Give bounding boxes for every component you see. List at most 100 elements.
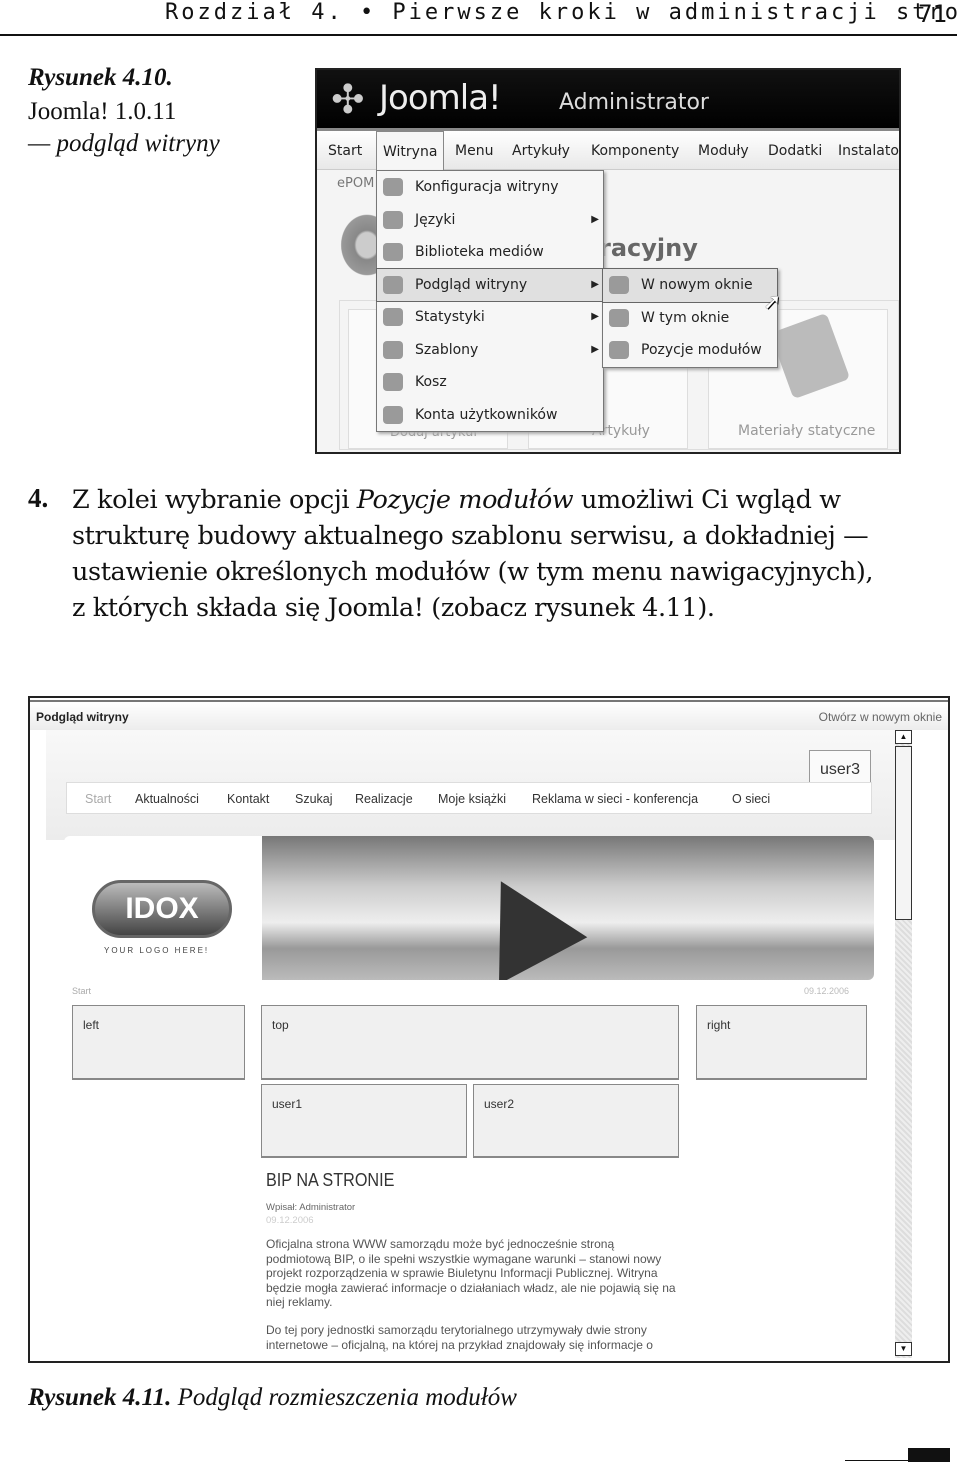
dropdown-item[interactable]: Statystyki ▶ bbox=[377, 301, 603, 334]
preview-iframe: user3 Start Aktualności Kontakt Szukaj R… bbox=[46, 730, 895, 1358]
submenu-label: W tym oknie bbox=[641, 309, 730, 326]
footer-mark bbox=[908, 1448, 950, 1462]
dropdown-item[interactable]: Języki ▶ bbox=[377, 204, 603, 237]
figure-caption: Rysunek 4.10. bbox=[28, 64, 173, 92]
admin-menubar: Start Witryna Menu Artykuły Komponenty M… bbox=[317, 128, 899, 173]
languages-icon bbox=[383, 210, 403, 229]
joomla-admin-screenshot: ✣ Joomla! Administrator Start Witryna Me… bbox=[315, 68, 901, 454]
site-banner: IDOX YOUR LOGO HERE! bbox=[64, 836, 874, 980]
dropdown-item-label: Konta użytkowników bbox=[415, 406, 558, 423]
monitor-icon bbox=[609, 308, 629, 327]
banner-image bbox=[262, 836, 874, 980]
position-user1: user1 bbox=[261, 1084, 467, 1158]
dropdown-item-label: Statystyki bbox=[415, 309, 485, 325]
site-preview-screenshot: Podgląd witryny Otwórz w nowym oknie use… bbox=[28, 696, 950, 1363]
dropdown-item[interactable]: Kosz bbox=[377, 366, 603, 399]
header-rule bbox=[0, 34, 957, 36]
logo-tagline: YOUR LOGO HERE! bbox=[104, 946, 210, 955]
site-logo: IDOX bbox=[92, 880, 232, 938]
trash-icon bbox=[383, 373, 403, 391]
breadcrumb[interactable]: Start bbox=[72, 986, 91, 996]
menu-komponenty[interactable]: Komponenty bbox=[591, 143, 679, 159]
menu-moduly[interactable]: Moduły bbox=[698, 143, 749, 159]
media-icon bbox=[383, 243, 403, 261]
nav-item[interactable]: Szukaj bbox=[295, 792, 333, 806]
scrollbar[interactable]: ▲ ▼ bbox=[895, 730, 912, 1358]
nav-item[interactable]: Kontakt bbox=[227, 792, 269, 806]
nav-item[interactable]: Reklama w sieci - konferencja bbox=[532, 792, 698, 806]
nav-item[interactable]: Moje książki bbox=[438, 792, 506, 806]
scroll-down-icon[interactable]: ▼ bbox=[895, 1342, 912, 1356]
caption-label: Rysunek 4.11. bbox=[28, 1384, 172, 1411]
monitor-icon bbox=[609, 276, 629, 294]
chevron-right-icon: ▶ bbox=[591, 278, 599, 290]
scrollbar-thumb[interactable] bbox=[895, 746, 912, 920]
wrench-icon bbox=[383, 178, 403, 196]
running-header: Rozdział 4. • Pierwsze kroki w administr… bbox=[165, 0, 960, 25]
dropdown-item[interactable]: Konta użytkowników bbox=[377, 399, 603, 432]
preview-submenu: W nowym oknie W tym oknie Pozycje modułó… bbox=[602, 268, 778, 368]
dropdown-item-label: Podgląd witryny bbox=[415, 276, 528, 293]
submenu-module-positions[interactable]: Pozycje modułów bbox=[603, 334, 777, 367]
monitor-icon bbox=[383, 275, 403, 294]
submenu-label: Pozycje modułów bbox=[641, 342, 762, 358]
chevron-right-icon: ▶ bbox=[591, 311, 599, 322]
emphasis: Pozycje modułów bbox=[356, 485, 574, 515]
dropdown-item-label: Konfiguracja witryny bbox=[415, 179, 559, 195]
quick-icon-label[interactable]: Materiały statyczne bbox=[738, 423, 875, 439]
admin-header: ✣ Joomla! Administrator bbox=[317, 70, 899, 128]
dropdown-item-label: Biblioteka mediów bbox=[415, 244, 544, 260]
road-sign-icon bbox=[456, 857, 588, 980]
submenu-new-window[interactable]: W nowym oknie bbox=[602, 268, 778, 303]
joomla-logo-icon: ✣ bbox=[331, 77, 365, 123]
dropdown-item[interactable]: Podgląd witryny ▶ bbox=[376, 267, 604, 302]
background-title: racyjny bbox=[599, 234, 698, 262]
joomla-logo: Joomla! bbox=[379, 78, 502, 118]
dropdown-item[interactable]: Biblioteka mediów bbox=[377, 236, 603, 269]
position-top: top bbox=[261, 1005, 679, 1080]
dropdown-item[interactable]: Szablony ▶ bbox=[377, 334, 603, 367]
menu-start[interactable]: Start bbox=[328, 143, 362, 159]
template-icon bbox=[383, 340, 403, 359]
text: Z kolei wybranie opcji bbox=[72, 485, 357, 515]
chevron-right-icon: ▶ bbox=[591, 213, 599, 225]
article-paragraph: Oficjalna strona WWW samorządu może być … bbox=[266, 1237, 676, 1310]
position-user3: user3 bbox=[809, 750, 871, 784]
article-date: 09.12.2006 bbox=[266, 1215, 314, 1226]
dropdown-item-label: Szablony bbox=[415, 341, 479, 358]
caption-line: — podgląd witryny bbox=[28, 130, 220, 157]
position-right: right bbox=[696, 1005, 867, 1080]
nav-item[interactable]: Aktualności bbox=[135, 792, 199, 806]
preview-title: Podgląd witryny bbox=[36, 710, 129, 724]
site-date: 09.12.2006 bbox=[804, 986, 850, 996]
caption-label: Rysunek 4.10. bbox=[28, 64, 173, 91]
caption-line: Joomla! 1.0.11 bbox=[28, 98, 177, 125]
users-icon bbox=[383, 405, 403, 424]
scroll-up-icon[interactable]: ▲ bbox=[895, 730, 912, 744]
figure-caption: Rysunek 4.11. Podgląd rozmieszczenia mod… bbox=[28, 1384, 517, 1412]
menu-instalator[interactable]: Instalato bbox=[838, 143, 899, 159]
dropdown-item-label: Języki bbox=[415, 211, 456, 228]
menu-menu[interactable]: Menu bbox=[455, 143, 493, 159]
admin-title: Administrator bbox=[559, 90, 709, 115]
submenu-label: W nowym oknie bbox=[641, 277, 753, 293]
menu-artykuly[interactable]: Artykuły bbox=[512, 143, 570, 159]
open-new-window-link[interactable]: Otwórz w nowym oknie bbox=[819, 710, 942, 724]
nav-item[interactable]: Realizacje bbox=[355, 792, 413, 806]
nav-item[interactable]: O sieci bbox=[732, 792, 770, 806]
witryna-dropdown: Konfiguracja witryny Języki ▶ Biblioteka me… bbox=[376, 170, 604, 432]
monitor-icon bbox=[609, 341, 629, 359]
caption-text: Podgląd rozmieszczenia modułów bbox=[177, 1384, 517, 1411]
chevron-right-icon: ▶ bbox=[591, 343, 599, 355]
article: BIP NA STRONIE Wpisał: Administrator 09.… bbox=[266, 1170, 676, 1352]
page-number: 71 bbox=[918, 0, 947, 28]
body-paragraph: Z kolei wybranie opcji Pozycje modułów u… bbox=[72, 482, 892, 626]
position-user2: user2 bbox=[473, 1084, 679, 1158]
nav-start[interactable]: Start bbox=[85, 792, 111, 806]
cursor-icon: ➚ bbox=[763, 290, 782, 315]
dropdown-item[interactable]: Konfiguracja witryny bbox=[377, 171, 603, 204]
menu-dodatki[interactable]: Dodatki bbox=[768, 143, 822, 159]
article-title: BIP NA STRONIE bbox=[266, 1170, 395, 1190]
submenu-this-window[interactable]: W tym oknie bbox=[603, 302, 777, 335]
menu-witryna[interactable]: Witryna bbox=[376, 131, 445, 173]
